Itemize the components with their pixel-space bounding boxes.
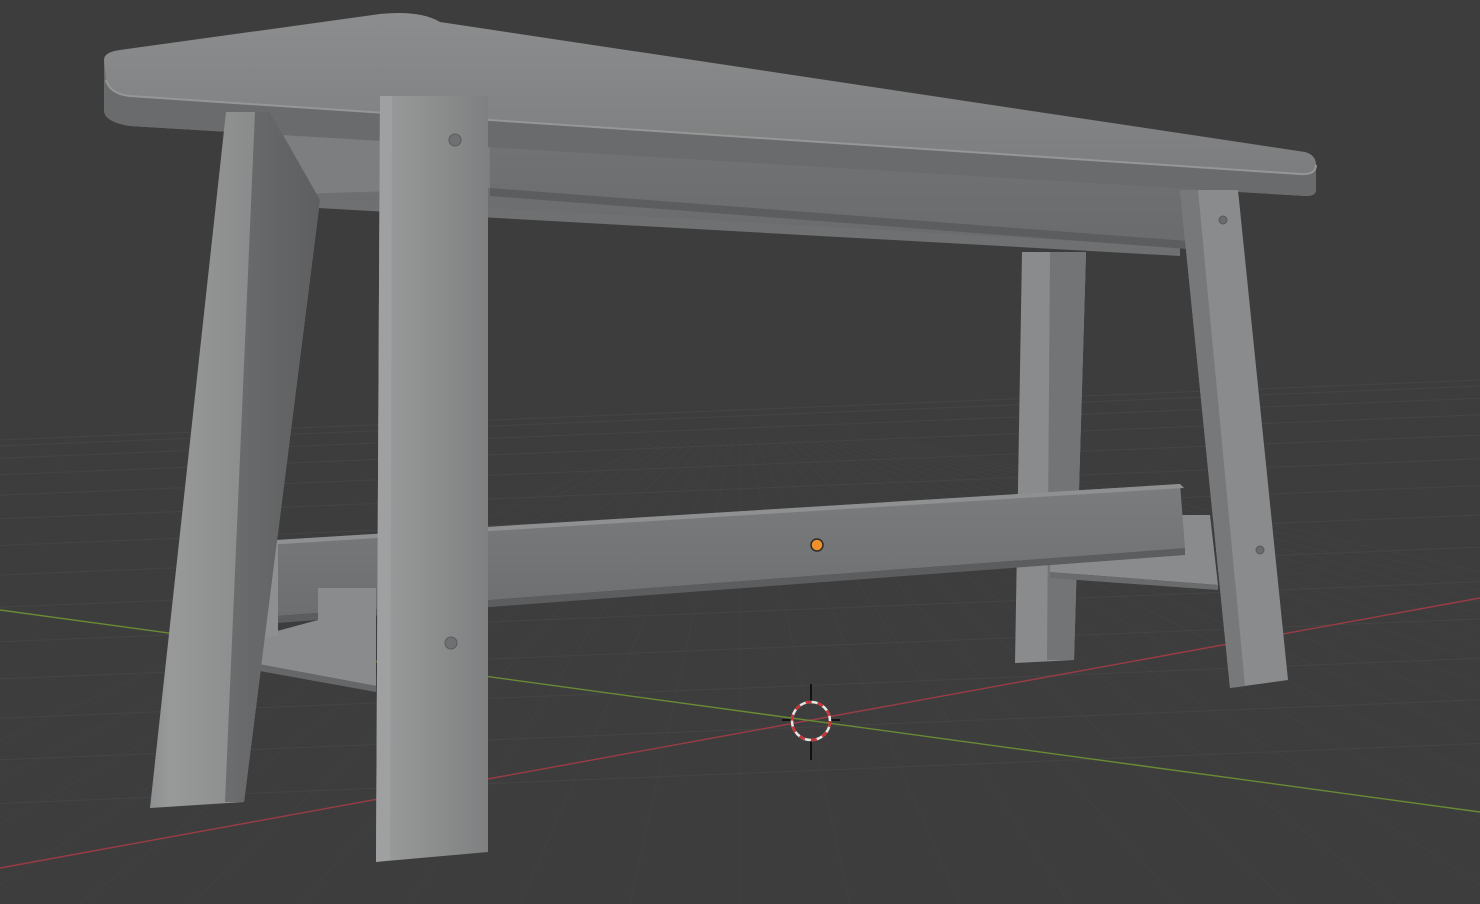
front-left-leg[interactable] [376, 96, 488, 862]
front-right-leg[interactable] [1180, 190, 1288, 688]
object-origin-icon[interactable] [810, 538, 824, 552]
back-left-leg[interactable] [150, 112, 320, 808]
back-right-leg[interactable] [1015, 252, 1086, 663]
grid-line [629, 439, 733, 904]
viewport-canvas[interactable] [0, 0, 1480, 904]
grid-line [519, 439, 725, 904]
3d-cursor-icon[interactable] [782, 684, 840, 760]
3d-viewport[interactable] [0, 0, 1480, 904]
